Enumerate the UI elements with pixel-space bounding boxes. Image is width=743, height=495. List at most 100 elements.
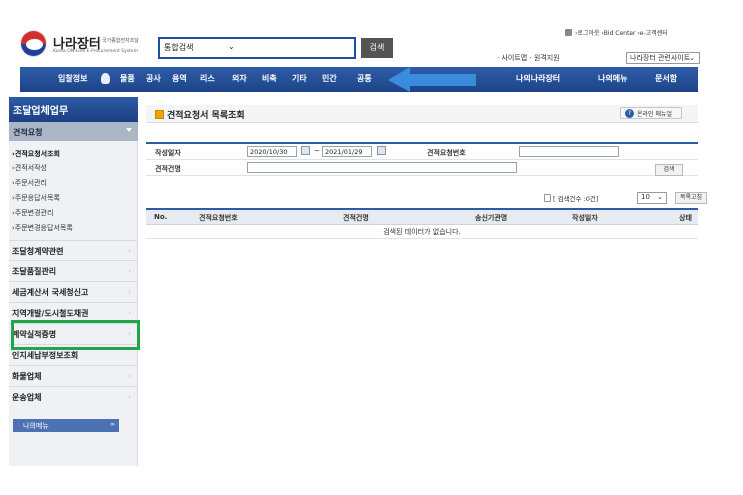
help-icon: ? (625, 109, 634, 118)
search-form: 작성일자 2020/10/30 ~ 2021/01/29 견적요청번호 견적건명 (146, 142, 698, 176)
taegeuk-logo-icon (20, 30, 47, 57)
column-header-sender: 송신기관명 (475, 214, 508, 222)
sidebar-item-label: 운송업체 (12, 393, 42, 402)
nav-item-bid-info[interactable]: 입찰정보 (58, 73, 87, 84)
sidebar-item-label: 세금계산서 국세청신고 (12, 288, 89, 297)
top-links-text[interactable]: ›로그아웃 ›Bid Center ›e-고객센터 (575, 30, 668, 37)
search-scope-value: 통합검색 (164, 43, 194, 52)
online-manual-button[interactable]: ? 온라인 매뉴얼 (620, 107, 682, 119)
sidebar-subitem-order-change-response-list[interactable]: ›주문변경응답서목록 (12, 223, 73, 233)
result-count: [ 검색건수 :0건] (544, 193, 598, 203)
page-title: 견적요청서 목록조회 (167, 111, 245, 121)
nav-item-document-box[interactable]: 문서함 (655, 73, 677, 84)
result-count-text: [ 검색건수 :0건] (553, 195, 599, 203)
column-header-quote-name: 견적건명 (343, 214, 369, 222)
refresh-list-button[interactable]: 목록고침 (675, 192, 707, 204)
nav-item-private[interactable]: 민간 (322, 73, 337, 84)
page: 나라장터 국가종합전자조달 Korea ON-Line E-Procuremen… (0, 0, 743, 495)
sidebar-subitem-order-manage[interactable]: ›주문서관리 (12, 178, 47, 188)
nav-item-stockpile[interactable]: 비축 (262, 73, 277, 84)
sidebar-title: 조달업체업무 (9, 97, 138, 122)
column-header-date: 작성일자 (572, 214, 598, 222)
chevron-right-icon: › (128, 288, 131, 296)
chevron-down-icon (126, 128, 132, 132)
logo-subtitle: 국가종합전자조달 (102, 38, 139, 44)
logo[interactable]: 나라장터 국가종합전자조달 Korea ON-Line E-Procuremen… (20, 30, 160, 60)
lock-icon (565, 29, 572, 36)
sidebar-subitem-quote-write[interactable]: ›견적서작성 (12, 163, 47, 173)
highlight-box (11, 320, 140, 350)
quote-name-label: 견적건명 (155, 165, 181, 173)
sidebar-item-tax-invoice[interactable]: 세금계산서 국세청신고 › (9, 281, 138, 300)
request-number-label: 견적요청번호 (427, 149, 466, 157)
search-button[interactable]: 검색 (361, 38, 393, 58)
edit-icon (155, 110, 164, 119)
site-links[interactable]: · 사이트맵 · 원격지원 (497, 53, 560, 63)
sidebar: 조달업체업무 견적요청 ›견적요청서조회 ›견적서작성 ›주문서관리 ›주문응답… (9, 97, 138, 466)
sidebar-item-label: 조달청계약관련 (12, 247, 64, 256)
sidebar-item-label: 지역개발/도시철도채권 (12, 309, 89, 318)
sidebar-subitem-quote-request-list[interactable]: ›견적요청서조회 (12, 149, 60, 159)
nav-item-my-menu[interactable]: 나의메뉴 (598, 73, 627, 84)
calendar-icon[interactable] (377, 146, 386, 155)
request-number-input[interactable] (519, 146, 619, 157)
page-size-value: 10 (641, 193, 650, 201)
date-to-input[interactable]: 2021/01/29 (322, 146, 372, 157)
chevron-right-icon: › (128, 393, 131, 401)
content-header: 견적요청서 목록조회 ? 온라인 매뉴얼 (146, 105, 698, 123)
sidebar-item-label: 인지세납부정보조회 (12, 351, 79, 360)
chevron-right-icon: › (128, 372, 131, 380)
sidebar-section-label: 견적요청 (13, 128, 43, 137)
related-sites-select[interactable]: 나라장터 관련사이트 ⌄ (626, 52, 700, 64)
document-icon (544, 194, 551, 202)
form-row-date: 작성일자 2020/10/30 ~ 2021/01/29 견적요청번호 (146, 144, 698, 160)
form-search-button[interactable]: 검색 (655, 164, 683, 176)
nav-item-goods[interactable]: 물품 (120, 73, 135, 84)
online-manual-label: 온라인 매뉴얼 (637, 111, 673, 118)
nav-item-lease[interactable]: 리스 (200, 73, 215, 84)
nav-item-service[interactable]: 용역 (172, 73, 187, 84)
column-header-status: 상태 (679, 214, 692, 222)
nav-item-other[interactable]: 기타 (292, 73, 307, 84)
form-row-name: 견적건명 (146, 160, 698, 176)
sidebar-item-pps-contract[interactable]: 조달청계약관련 › (9, 240, 138, 259)
page-size-select[interactable]: 10 ⌄ (637, 192, 667, 204)
my-menu-toggle-icon: ∞ (110, 421, 115, 428)
top-links[interactable]: ›로그아웃 ›Bid Center ›e-고객센터 (565, 28, 668, 37)
sidebar-subitem-order-response-list[interactable]: ›주문응답서목록 (12, 193, 60, 203)
sidebar-item-label: 화물업체 (12, 372, 42, 381)
nav-item-foreign[interactable]: 외자 (232, 73, 247, 84)
empty-table-message: 검색된 데이터가 없습니다. (146, 225, 698, 239)
chevron-down-icon: ⌄ (228, 42, 235, 51)
sidebar-item-transport[interactable]: 운송업체 › (9, 386, 138, 405)
my-menu-label: 나의메뉴 (23, 422, 49, 430)
chevron-right-icon: › (128, 309, 131, 317)
related-sites-value: 나라장터 관련사이트 (630, 54, 691, 62)
arrow-left-icon (388, 67, 476, 92)
date-from-input[interactable]: 2020/10/30 (247, 146, 297, 157)
sidebar-item-cargo[interactable]: 화물업체 › (9, 365, 138, 384)
table-header: No. 견적요청번호 견적건명 송신기관명 작성일자 상태 (146, 208, 698, 225)
logo-english: Korea ON-Line E-Procurement System (53, 49, 138, 54)
column-header-no: No. (154, 213, 168, 221)
date-separator: ~ (314, 147, 320, 155)
date-label: 작성일자 (155, 149, 181, 157)
my-menu-button[interactable]: 나의메뉴 ∞ (13, 419, 119, 432)
sidebar-item-quality[interactable]: 조달품질관리 › (9, 260, 138, 279)
sidebar-item-label: 조달품질관리 (12, 267, 57, 276)
main-nav: 입찰정보 물품 공사 용역 리스 외자 비축 기타 민간 공통 나의나라장터 나… (20, 67, 698, 92)
lightbulb-icon (101, 73, 110, 84)
nav-item-common[interactable]: 공통 (357, 73, 372, 84)
sidebar-item-regional-bond[interactable]: 지역개발/도시철도채권 › (9, 302, 138, 321)
chevron-down-icon: ⌄ (657, 193, 663, 201)
sidebar-subitem-order-change-manage[interactable]: ›주문변경관리 (12, 208, 53, 218)
quote-name-input[interactable] (247, 162, 517, 173)
nav-item-my-narajangteo[interactable]: 나의나라장터 (516, 73, 560, 84)
sidebar-section-quote-request[interactable]: 견적요청 (9, 122, 138, 141)
search-box[interactable]: 통합검색 ⌄ (158, 37, 356, 59)
search-scope-select[interactable]: 통합검색 ⌄ (164, 42, 244, 55)
calendar-icon[interactable] (301, 146, 310, 155)
chevron-down-icon: ⌄ (689, 54, 695, 62)
nav-item-construction[interactable]: 공사 (146, 73, 161, 84)
chevron-right-icon: › (128, 267, 131, 275)
